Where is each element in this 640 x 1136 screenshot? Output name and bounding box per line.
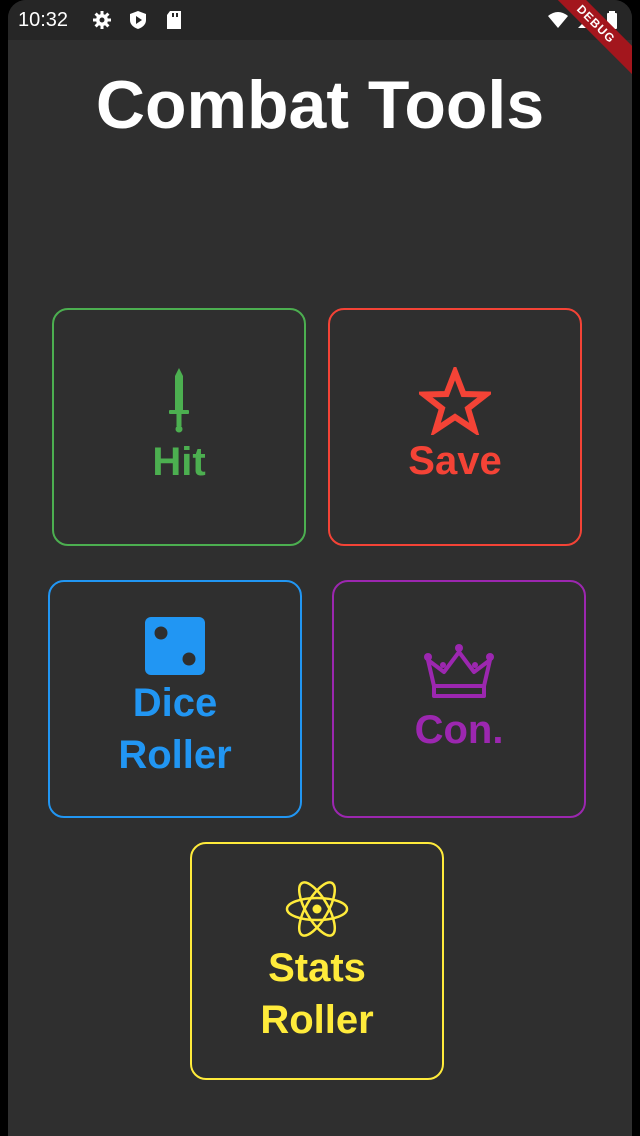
sd-card-icon — [167, 11, 181, 29]
hit-button[interactable]: Hit — [52, 308, 306, 546]
tile-label: Con. — [414, 708, 504, 752]
app-screen: 10:32 DEBUG Combat Tools Hit Save Dice R… — [8, 0, 632, 1136]
shield-play-icon — [130, 11, 146, 29]
tile-label: Dice Roller — [118, 681, 232, 777]
save-button[interactable]: Save — [328, 308, 582, 546]
status-time: 10:32 — [18, 9, 69, 31]
dice-icon — [145, 617, 205, 675]
tile-label: Hit — [152, 440, 206, 484]
con-button[interactable]: Con. — [332, 580, 586, 818]
dice-roller-button[interactable]: Dice Roller — [48, 580, 302, 818]
tile-label: Save — [408, 439, 502, 483]
crown-icon — [424, 644, 494, 698]
page-title: Combat Tools — [95, 67, 545, 143]
stats-roller-button[interactable]: Stats Roller — [190, 842, 444, 1080]
sword-icon — [169, 368, 189, 433]
gear-icon — [93, 11, 111, 29]
star-icon — [419, 367, 491, 435]
tile-label: Stats Roller — [260, 946, 374, 1042]
atom-icon — [285, 881, 349, 937]
wifi-icon — [548, 12, 568, 28]
status-bar: 10:32 DEBUG — [8, 0, 632, 81]
